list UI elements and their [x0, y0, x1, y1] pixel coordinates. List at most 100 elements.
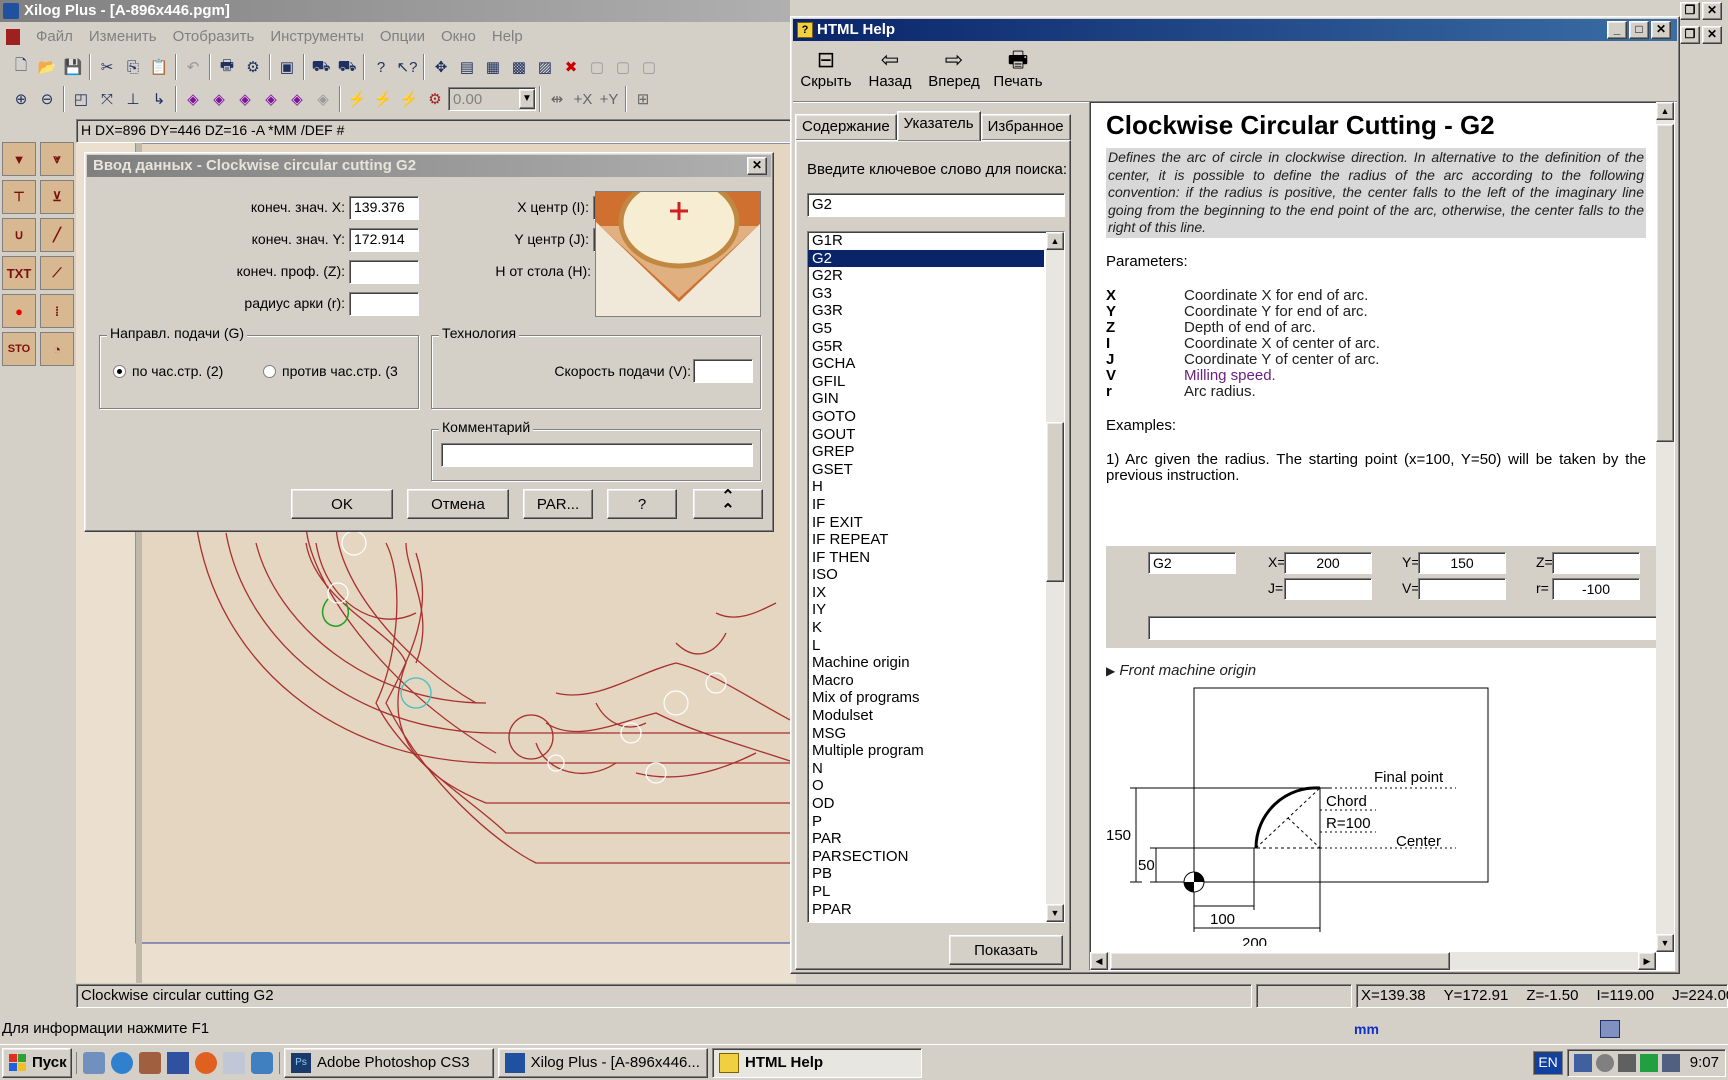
copy-icon[interactable]: ⎘ — [120, 54, 146, 80]
index-item[interactable]: O — [808, 777, 1044, 795]
content-hscrollbar[interactable]: ◀ ▶ — [1090, 952, 1656, 970]
view-a-icon[interactable]: ◰ — [68, 86, 94, 112]
hatch-icon[interactable]: ▨ — [532, 54, 558, 80]
table-icon[interactable]: ▦ — [480, 54, 506, 80]
axes-icon[interactable]: ⊥ — [120, 86, 146, 112]
cube-b-icon[interactable]: ◈ — [206, 86, 232, 112]
delete-icon[interactable]: ✖ — [558, 54, 584, 80]
collapse-button[interactable]: ⌃ ⌃ — [693, 489, 763, 519]
floppy-icon[interactable] — [167, 1051, 189, 1074]
tool-grid-icon[interactable]: ⁞ — [40, 294, 74, 328]
tray-app-icon[interactable] — [1595, 1053, 1614, 1072]
content-scroll-down-icon[interactable]: ▼ — [1656, 934, 1674, 952]
tool-text-icon[interactable]: TXT — [2, 256, 36, 290]
menu-options[interactable]: Опции — [380, 26, 425, 48]
grid-d-icon[interactable]: ▢ — [584, 54, 610, 80]
undo-icon[interactable]: ↶ — [180, 54, 206, 80]
index-item[interactable]: Multiple program — [808, 742, 1044, 760]
index-item[interactable]: G1R — [808, 232, 1044, 250]
menu-window[interactable]: Окно — [441, 26, 476, 48]
index-item[interactable]: ISO — [808, 566, 1044, 584]
menu-help[interactable]: Help — [492, 26, 523, 48]
speed-input[interactable] — [693, 359, 753, 383]
tool-stop-icon[interactable]: STO — [2, 332, 36, 366]
close-icon[interactable]: ✕ — [1702, 2, 1722, 20]
tray-monitor-icon[interactable] — [1661, 1053, 1680, 1072]
show-button[interactable]: Показать — [949, 935, 1063, 965]
help-close-icon[interactable]: ✕ — [1651, 21, 1671, 39]
index-item[interactable]: PAR — [808, 830, 1044, 848]
extra-icon[interactable]: ⊞ — [630, 86, 656, 112]
tray-network-icon[interactable] — [1573, 1053, 1592, 1072]
end-y-input[interactable]: 172.914 — [349, 228, 419, 252]
index-item[interactable]: IY — [808, 601, 1044, 619]
help-icon[interactable]: ? — [368, 54, 394, 80]
content-scroll-up-icon[interactable]: ▲ — [1656, 102, 1674, 120]
grid-f-icon[interactable]: ▢ — [636, 54, 662, 80]
save-icon[interactable]: 💾 — [60, 54, 86, 80]
tool-arc-icon[interactable]: ∪ — [2, 218, 36, 252]
tab-contents[interactable]: Содержание — [795, 114, 897, 140]
index-item[interactable]: Mix of programs — [808, 689, 1044, 707]
index-item[interactable]: IF EXIT — [808, 514, 1044, 532]
maximize-icon[interactable]: □ — [1629, 21, 1649, 39]
grid-c-icon[interactable]: ▩ — [506, 54, 532, 80]
index-item[interactable]: GREP — [808, 443, 1044, 461]
tab-index[interactable]: Указатель — [896, 111, 981, 141]
scroll-down-icon[interactable]: ▼ — [1046, 904, 1064, 922]
language-indicator[interactable]: EN — [1533, 1050, 1563, 1075]
mirror-x-icon[interactable]: +X — [570, 86, 596, 112]
scroll-thumb[interactable] — [1046, 422, 1064, 582]
cube-c-icon[interactable]: ◈ — [232, 86, 258, 112]
tool-drill-icon[interactable]: ▼ — [2, 142, 36, 176]
dialog-close-icon[interactable]: ✕ — [747, 157, 767, 175]
zoom-out-icon[interactable]: ⊖ — [34, 86, 60, 112]
tool-path-b-icon[interactable]: ⚡ — [370, 86, 396, 112]
index-item[interactable]: G5R — [808, 338, 1044, 356]
cut-icon[interactable]: ✂ — [94, 54, 120, 80]
content-hscroll-thumb[interactable] — [1110, 952, 1450, 970]
index-item[interactable]: GFIL — [808, 373, 1044, 391]
tool-a-icon[interactable]: ⛟ — [308, 54, 334, 80]
index-item[interactable]: Machine origin — [808, 654, 1044, 672]
index-item[interactable]: PARSECTION — [808, 848, 1044, 866]
forward-button[interactable]: ⇨ Вперед — [927, 47, 981, 90]
index-item[interactable]: MSG — [808, 725, 1044, 743]
index-item[interactable]: PB — [808, 865, 1044, 883]
zoom-value-combo[interactable]: 0.00 ▼ — [448, 87, 536, 111]
start-button[interactable]: Пуск — [2, 1047, 72, 1078]
task-html-help[interactable]: HTML Help — [712, 1047, 922, 1078]
tool-point-icon[interactable]: ● — [2, 294, 36, 328]
back-button[interactable]: ⇦ Назад — [863, 47, 917, 90]
document-icon[interactable] — [223, 1051, 245, 1074]
scroll-up-icon[interactable]: ▲ — [1046, 232, 1064, 250]
search-input[interactable]: G2 — [807, 193, 1065, 217]
task-xilog[interactable]: Xilog Plus - [A-896x446.... — [498, 1047, 708, 1078]
index-item[interactable]: G5 — [808, 320, 1044, 338]
radio-clockwise[interactable]: по час.стр. (2) — [113, 363, 223, 379]
index-item[interactable]: H — [808, 478, 1044, 496]
grid-e-icon[interactable]: ▢ — [610, 54, 636, 80]
restore-icon[interactable]: ❐ — [1680, 2, 1700, 20]
end-z-input[interactable] — [349, 260, 419, 284]
index-item[interactable]: IF THEN — [808, 549, 1044, 567]
volume-icon[interactable] — [1617, 1053, 1636, 1072]
paste-icon[interactable]: 📋 — [146, 54, 172, 80]
hide-button[interactable]: ⊟ Скрыть — [799, 47, 853, 90]
cancel-button[interactable]: Отмена — [407, 489, 509, 519]
index-item[interactable]: GIN — [808, 390, 1044, 408]
front-origin-link[interactable]: ▶ Front machine origin — [1106, 662, 1256, 679]
tab-favorites[interactable]: Избранное — [980, 114, 1071, 140]
index-item[interactable]: GCHA — [808, 355, 1044, 373]
open-icon[interactable]: 📂 — [34, 54, 60, 80]
menu-file[interactable]: Файл — [36, 26, 73, 48]
index-item[interactable]: IF REPEAT — [808, 531, 1044, 549]
settings-icon[interactable]: ⚙ — [240, 54, 266, 80]
index-item[interactable]: IX — [808, 584, 1044, 602]
radio-counterclockwise[interactable]: против час.стр. (3 — [263, 363, 398, 379]
tool-clock-icon[interactable]: ◔ — [40, 332, 74, 366]
menu-tools[interactable]: Инструменты — [270, 26, 364, 48]
content-vscrollbar[interactable]: ▲ ▼ — [1656, 102, 1674, 952]
quicklaunch-app7-icon[interactable] — [251, 1051, 273, 1074]
menu-view[interactable]: Отобразить — [173, 26, 255, 48]
